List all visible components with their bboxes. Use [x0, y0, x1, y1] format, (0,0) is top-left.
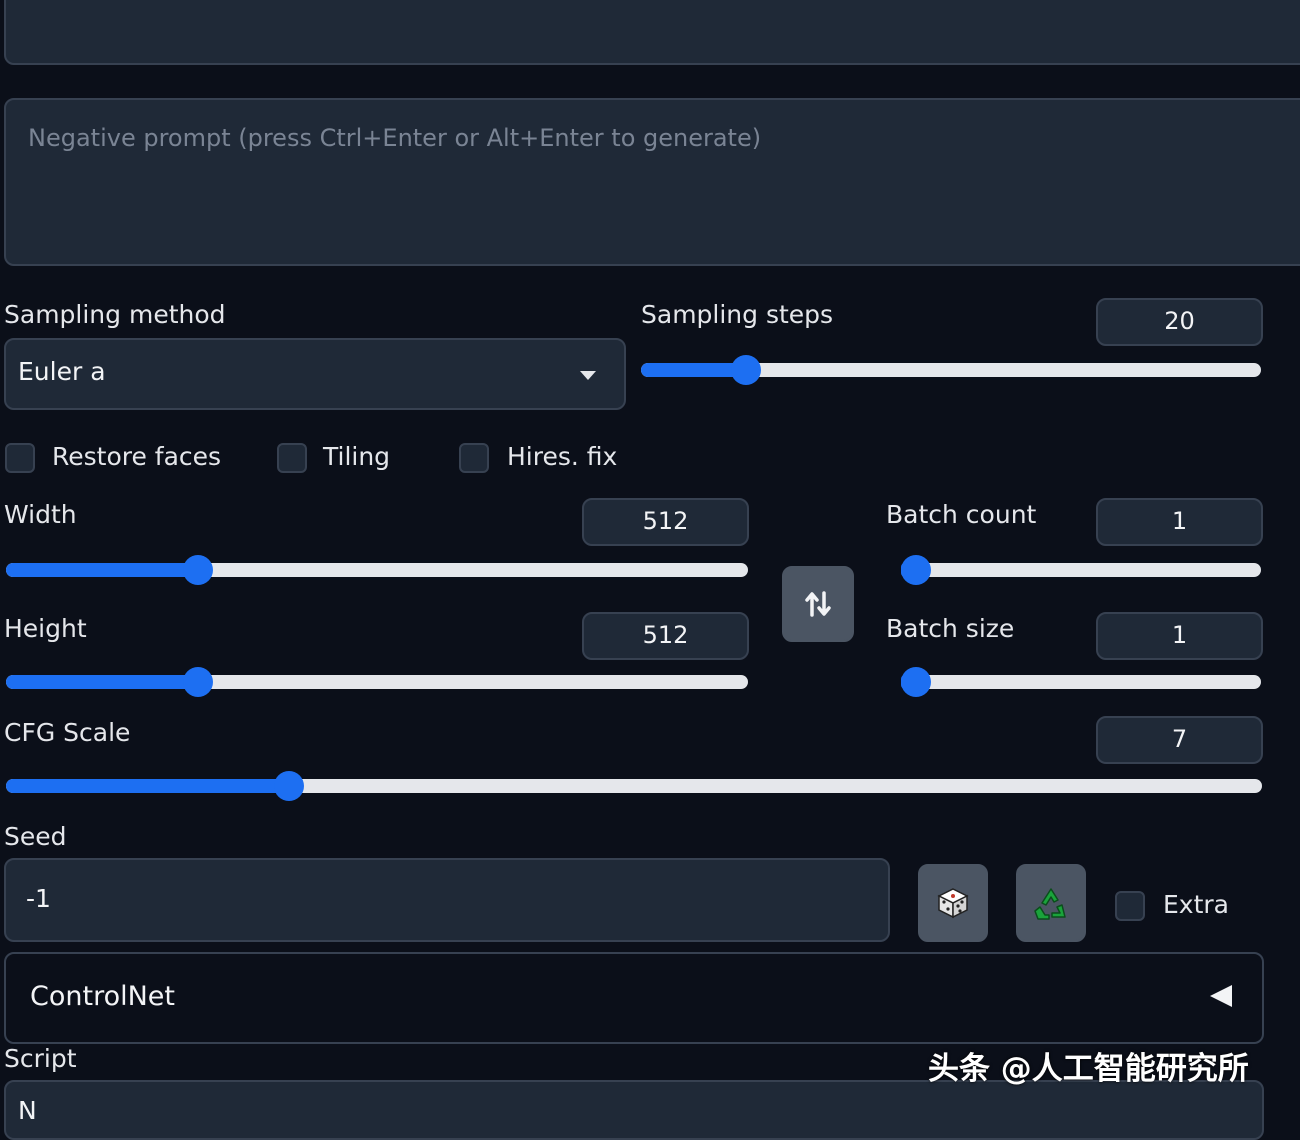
sampling-steps-slider-thumb[interactable]	[730, 355, 761, 385]
height-slider[interactable]	[6, 667, 748, 697]
width-input[interactable]: 512	[582, 498, 749, 546]
script-select-value: N	[18, 1096, 37, 1125]
batch-count-label: Batch count	[886, 500, 1037, 529]
dice-icon	[937, 888, 969, 919]
width-slider-thumb[interactable]	[182, 555, 213, 585]
prompt-textarea[interactable]	[4, 0, 1300, 65]
restore-faces-checkbox[interactable]	[5, 443, 35, 473]
seed-extra-checkbox[interactable]	[1115, 891, 1145, 921]
height-input[interactable]: 512	[582, 612, 749, 660]
negative-prompt-textarea[interactable]: Negative prompt (press Ctrl+Enter or Alt…	[4, 98, 1300, 266]
height-label: Height	[4, 614, 87, 643]
random-seed-button[interactable]	[918, 864, 988, 942]
batch-size-slider[interactable]	[901, 667, 1261, 697]
recycle-icon	[1034, 888, 1066, 920]
width-slider[interactable]	[6, 555, 748, 585]
tiling-label: Tiling	[323, 442, 391, 471]
height-slider-thumb[interactable]	[182, 667, 213, 697]
cfg-scale-input[interactable]: 7	[1096, 716, 1263, 764]
cfg-scale-label: CFG Scale	[4, 718, 131, 747]
batch-size-label: Batch size	[886, 614, 1015, 643]
batch-count-slider[interactable]	[901, 555, 1261, 585]
width-label: Width	[4, 500, 77, 529]
collapse-triangle-icon[interactable]	[1210, 985, 1232, 1007]
tiling-checkbox[interactable]	[277, 443, 307, 473]
chevron-down-icon	[580, 371, 596, 380]
seed-extra-label: Extra	[1163, 890, 1229, 919]
seed-label: Seed	[4, 822, 67, 851]
batch-count-slider-thumb[interactable]	[901, 555, 931, 585]
restore-faces-label: Restore faces	[52, 442, 222, 471]
sampling-steps-slider[interactable]	[641, 355, 1261, 385]
cfg-scale-slider[interactable]	[6, 771, 1262, 801]
batch-size-slider-thumb[interactable]	[901, 667, 931, 697]
swap-dimensions-button[interactable]	[782, 566, 854, 642]
seed-input[interactable]: -1	[4, 858, 890, 942]
cfg-scale-slider-thumb[interactable]	[273, 771, 304, 801]
sampling-steps-label: Sampling steps	[641, 300, 834, 329]
seed-value: -1	[26, 884, 51, 913]
batch-count-input[interactable]: 1	[1096, 498, 1263, 546]
script-select[interactable]: N	[4, 1080, 1264, 1140]
sampling-steps-input[interactable]: 20	[1096, 298, 1263, 346]
hires-fix-checkbox[interactable]	[459, 443, 489, 473]
reuse-seed-button[interactable]	[1016, 864, 1086, 942]
hires-fix-label: Hires. fix	[507, 442, 618, 471]
controlnet-title: ControlNet	[30, 981, 175, 1012]
sampling-method-label: Sampling method	[4, 300, 226, 329]
script-label: Script	[4, 1044, 77, 1073]
watermark: 头条 @人工智能研究所	[928, 1051, 1249, 1087]
controlnet-accordion[interactable]: ControlNet	[4, 952, 1264, 1044]
swap-dimensions-icon	[805, 591, 831, 617]
batch-size-input[interactable]: 1	[1096, 612, 1263, 660]
sampling-method-value: Euler a	[18, 357, 106, 386]
sampling-method-select[interactable]: Euler a	[4, 338, 626, 410]
negative-prompt-placeholder: Negative prompt (press Ctrl+Enter or Alt…	[28, 124, 762, 152]
